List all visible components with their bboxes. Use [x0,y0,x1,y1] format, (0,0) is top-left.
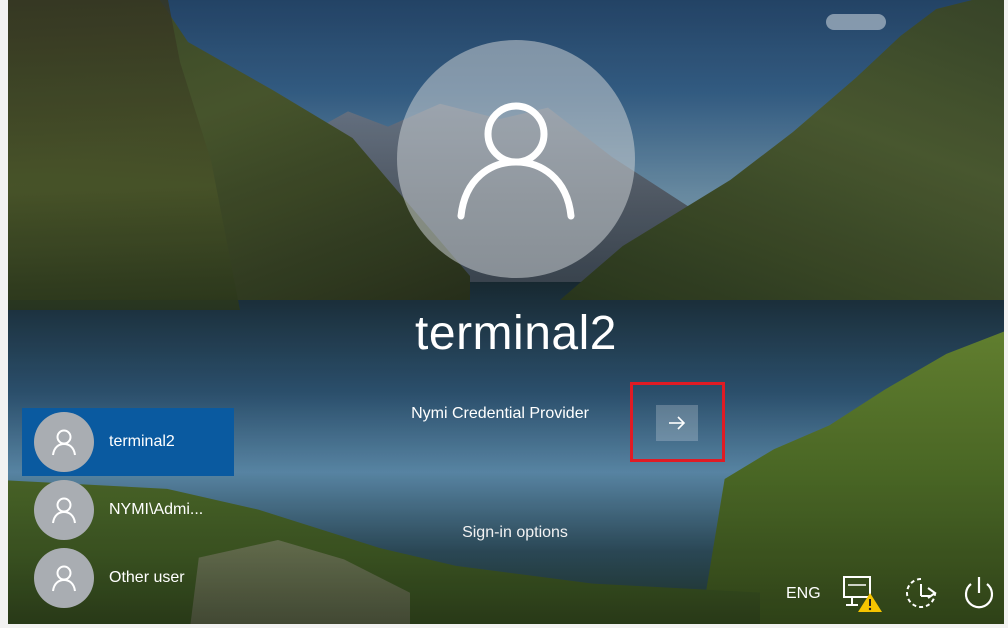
user-avatar [34,412,94,472]
user-item-nymi-admin[interactable]: NYMI\Admi... [22,476,234,544]
language-indicator[interactable]: ENG [786,585,821,603]
user-icon [52,497,76,524]
ease-of-access-button[interactable] [900,570,942,616]
user-item-label: Other user [109,569,185,586]
annotation-highlight-box [630,382,725,462]
sign-in-options-link[interactable]: Sign-in options [420,524,610,542]
ease-of-access-icon [906,578,937,608]
user-item-other-user[interactable]: Other user [22,544,234,612]
username-heading: terminal2 [415,307,617,360]
user-item-label: NYMI\Admi... [109,501,204,518]
user-item-label: terminal2 [109,433,175,450]
user-icon [52,429,76,456]
user-icon [457,102,575,220]
user-avatar-large [397,40,635,278]
user-switcher-list: terminal2 NYMI\Admi... Other user [22,408,234,612]
network-button[interactable] [840,570,882,616]
user-icon [52,565,76,592]
power-icon [964,577,994,609]
power-button[interactable] [958,570,1000,616]
user-item-terminal2[interactable]: terminal2 [22,408,234,476]
user-avatar [34,548,94,608]
network-warning-icon [843,576,882,612]
credential-provider-label[interactable]: Nymi Credential Provider [380,405,620,423]
user-avatar [34,480,94,540]
